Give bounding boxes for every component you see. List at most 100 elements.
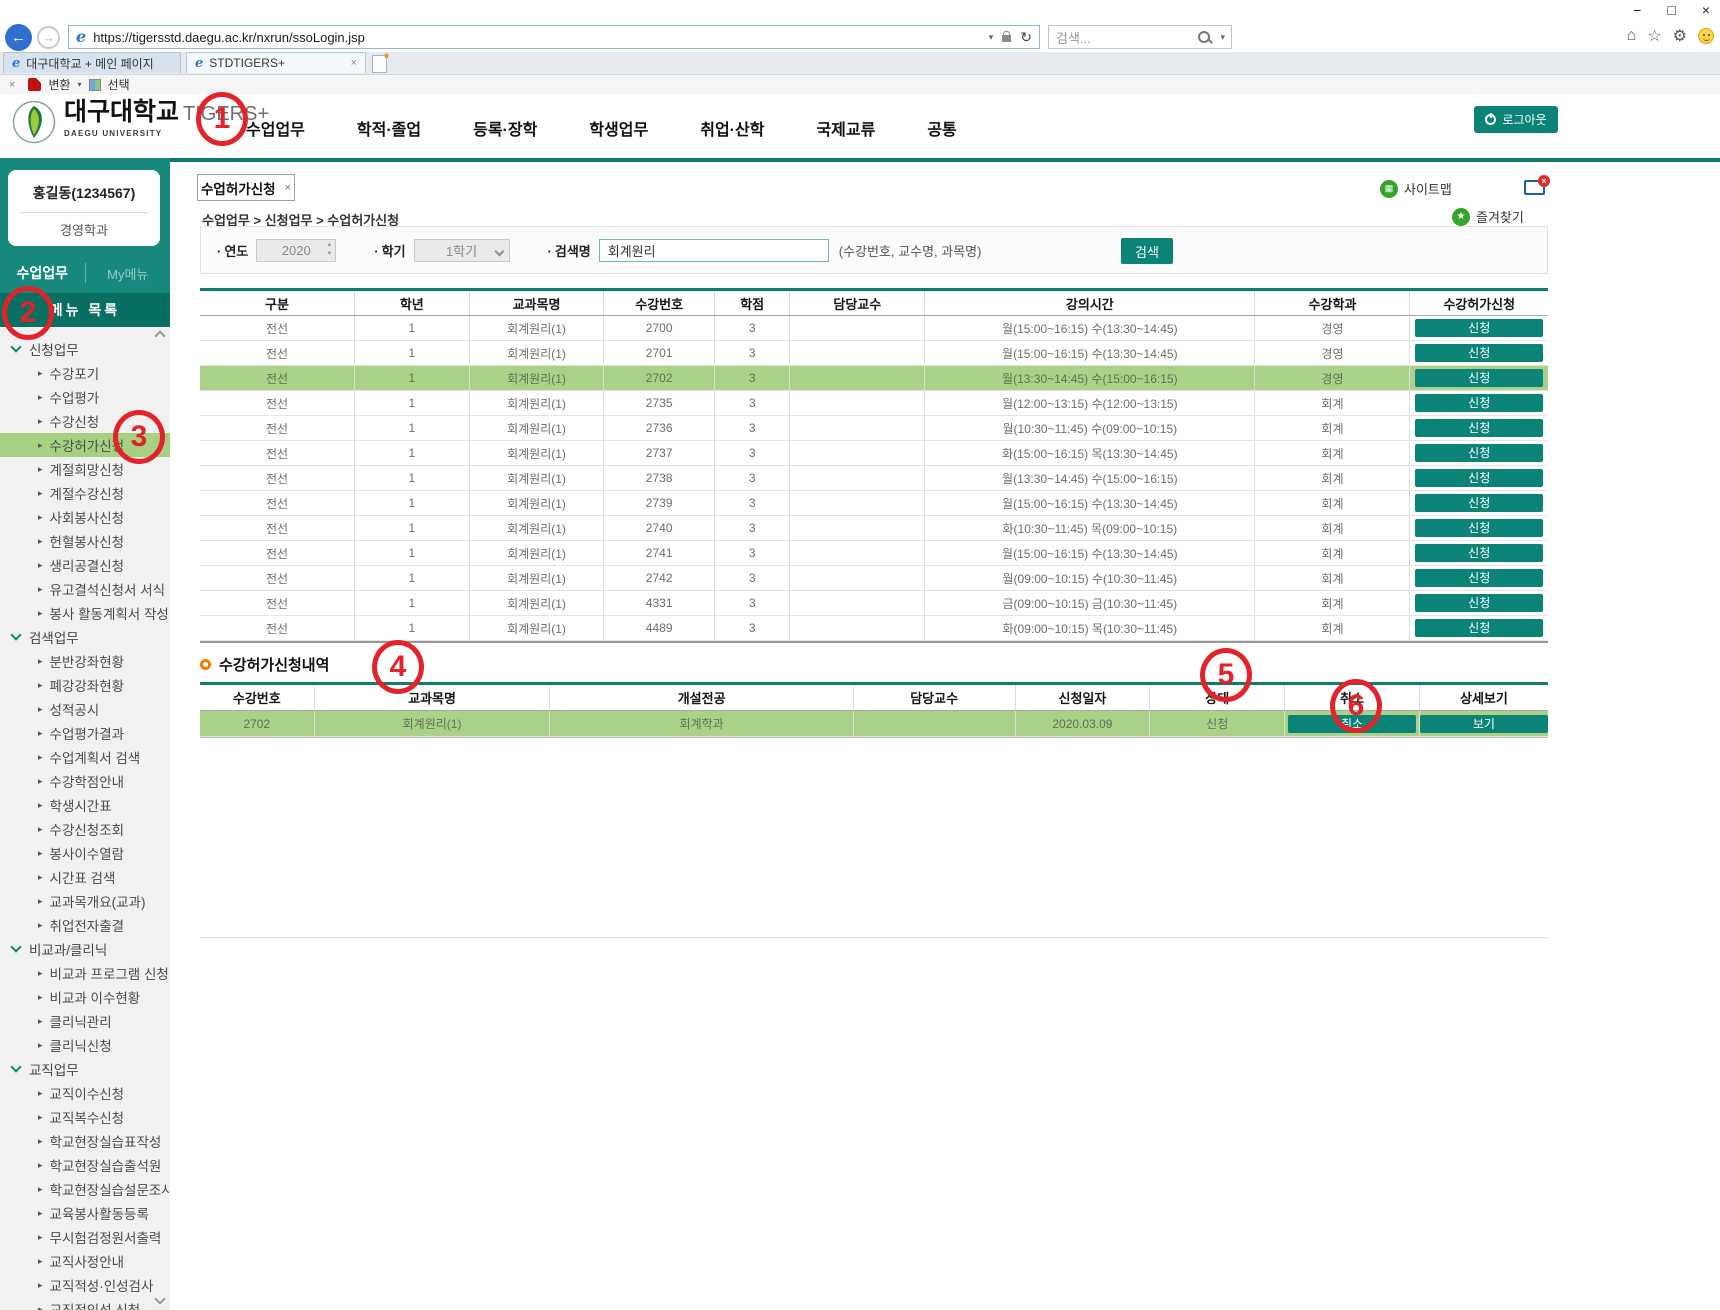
menu-group[interactable]: 신청업무 (0, 337, 170, 361)
menu-item[interactable]: ▸학교현장실습표작성 (0, 1129, 170, 1153)
sitemap-button[interactable]: ▦ 사이트맵 (1380, 179, 1452, 198)
menu-item[interactable]: ▸수업계획서 검색 (0, 745, 170, 769)
menu-item[interactable]: ▸수강신청 (0, 409, 170, 433)
table-row[interactable]: 전선1회계원리(1)27383월(13:30~14:45) 수(15:00~16… (200, 466, 1548, 491)
nav-item[interactable]: 수업업무 (246, 116, 305, 140)
table-row[interactable]: 전선1회계원리(1)44893화(09:00~10:15) 목(10:30~11… (200, 616, 1548, 641)
menu-group[interactable]: 교직업무 (0, 1057, 170, 1081)
tab-close-icon[interactable]: × (351, 57, 357, 69)
browser-search-box[interactable]: 검색... ▾ (1048, 25, 1232, 49)
table-row[interactable]: 전선1회계원리(1)27353월(12:00~13:15) 수(12:00~13… (200, 391, 1548, 416)
home-icon[interactable]: ⌂ (1627, 27, 1637, 45)
year-spinner[interactable]: 2020 ▲ ▼ (256, 239, 336, 262)
maximize-button[interactable]: □ (1667, 2, 1675, 18)
menu-item[interactable]: ▸수강허가신청 (0, 433, 170, 457)
nav-item[interactable]: 취업·산학 (700, 116, 764, 140)
close-all-tabs-icon[interactable]: × (1524, 180, 1545, 195)
menu-item[interactable]: ▸비교과 프로그램 신청 (0, 961, 170, 985)
menu-item[interactable]: ▸수업평가 (0, 385, 170, 409)
menu-item[interactable]: ▸학교현장실습출석원 (0, 1153, 170, 1177)
menu-item[interactable]: ▸계절희망신청 (0, 457, 170, 481)
nav-item[interactable]: 국제교류 (816, 116, 875, 140)
url-bar[interactable]: e https://tigersstd.daegu.ac.kr/nxrun/ss… (68, 25, 1040, 49)
menu-item[interactable]: ▸클리닉신청 (0, 1033, 170, 1057)
menu-item[interactable]: ▸봉사 활동계획서 작성 (0, 601, 170, 625)
table-row[interactable]: 전선1회계원리(1)43313금(09:00~10:15) 금(10:30~11… (200, 591, 1548, 616)
menu-item[interactable]: ▸성적공시 (0, 697, 170, 721)
menu-item[interactable]: ▸교직사정안내 (0, 1249, 170, 1273)
term-select[interactable]: 1학기 (414, 239, 510, 262)
menu-item[interactable]: ▸수업평가결과 (0, 721, 170, 745)
menu-item[interactable]: ▸시간표 검색 (0, 865, 170, 889)
smiley-addon-icon[interactable] (1698, 28, 1714, 44)
new-tab-button[interactable] (372, 55, 387, 73)
sidebar-tab-mymenu[interactable]: My메뉴 (86, 264, 171, 283)
convert-button[interactable]: 변환 (48, 76, 70, 93)
spinner-up-icon[interactable]: ▲ (326, 241, 332, 250)
menu-item[interactable]: ▸교직적인성 신청 (0, 1297, 170, 1310)
apply-button[interactable]: 신청 (1415, 519, 1543, 537)
browser-tab-main[interactable]: e 대구대학교 + 메인 페이지 (3, 52, 181, 73)
menu-item[interactable]: ▸수강학점안내 (0, 769, 170, 793)
table-row[interactable]: 전선1회계원리(1)27013월(15:00~16:15) 수(13:30~14… (200, 341, 1548, 366)
apply-button[interactable]: 신청 (1415, 569, 1543, 587)
apply-button[interactable]: 신청 (1415, 319, 1543, 337)
close-button[interactable]: × (1702, 2, 1710, 18)
menu-item[interactable]: ▸사회봉사신청 (0, 505, 170, 529)
minimize-button[interactable]: − (1633, 2, 1641, 18)
spinner-down-icon[interactable]: ▼ (326, 250, 332, 259)
apply-button[interactable]: 신청 (1415, 469, 1543, 487)
nav-item[interactable]: 등록·장학 (473, 116, 537, 140)
cancel-button[interactable]: 취소 (1288, 715, 1416, 733)
menu-item[interactable]: ▸봉사이수열람 (0, 841, 170, 865)
refresh-icon[interactable]: ↻ (1020, 29, 1032, 46)
table-row[interactable]: 전선1회계원리(1)27023월(13:30~14:45) 수(15:00~16… (200, 366, 1548, 391)
url-text[interactable]: https://tigersstd.daegu.ac.kr/nxrun/ssoL… (93, 30, 365, 45)
table-row[interactable]: 2702회계원리(1)회계학과2020.03.09신청취소보기 (200, 711, 1548, 737)
nav-item[interactable]: 공통 (927, 116, 956, 140)
menu-item[interactable]: ▸수강신청조회 (0, 817, 170, 841)
course-search-input[interactable]: 회계원리 (599, 239, 829, 262)
apply-button[interactable]: 신청 (1415, 544, 1543, 562)
nav-item[interactable]: 학적·졸업 (357, 116, 421, 140)
table-row[interactable]: 전선1회계원리(1)27393월(15:00~16:15) 수(13:30~14… (200, 491, 1548, 516)
menu-item[interactable]: ▸무시험검정원서출력 (0, 1225, 170, 1249)
menu-item[interactable]: ▸학생시간표 (0, 793, 170, 817)
menu-item[interactable]: ▸교직적성·인성검사 (0, 1273, 170, 1297)
apply-button[interactable]: 신청 (1415, 369, 1543, 387)
favorite-button[interactable]: ★ 즐겨찾기 (1452, 207, 1524, 226)
menu-item[interactable]: ▸교육봉사활동등록 (0, 1201, 170, 1225)
browser-tab-stdtigers[interactable]: e STDTIGERS+ × (186, 52, 366, 73)
menu-item[interactable]: ▸클리닉관리 (0, 1009, 170, 1033)
logout-button[interactable]: 로그아웃 (1474, 106, 1558, 133)
menu-item[interactable]: ▸교직이수신청 (0, 1081, 170, 1105)
menu-item[interactable]: ▸생리공결신청 (0, 553, 170, 577)
settings-gear-icon[interactable]: ⚙ (1673, 26, 1687, 46)
menu-item[interactable]: ▸계절수강신청 (0, 481, 170, 505)
table-row[interactable]: 전선1회계원리(1)27413월(15:00~16:15) 수(13:30~14… (200, 541, 1548, 566)
apply-button[interactable]: 신청 (1415, 594, 1543, 612)
chevron-down-icon[interactable]: ▾ (78, 80, 82, 89)
view-button[interactable]: 보기 (1420, 715, 1548, 733)
menu-item[interactable]: ▸취업전자출결 (0, 913, 170, 937)
table-row[interactable]: 전선1회계원리(1)27003월(15:00~16:15) 수(13:30~14… (200, 316, 1548, 341)
menu-item[interactable]: ▸헌혈봉사신청 (0, 529, 170, 553)
search-icon[interactable] (1198, 31, 1210, 43)
menu-item[interactable]: ▸비교과 이수현황 (0, 985, 170, 1009)
table-row[interactable]: 전선1회계원리(1)27403화(10:30~11:45) 목(09:00~10… (200, 516, 1548, 541)
table-row[interactable]: 전선1회계원리(1)27423월(09:00~10:15) 수(10:30~11… (200, 566, 1548, 591)
menu-item[interactable]: ▸수강포기 (0, 361, 170, 385)
apply-button[interactable]: 신청 (1415, 419, 1543, 437)
table-row[interactable]: 전선1회계원리(1)27373화(15:00~16:15) 목(13:30~14… (200, 441, 1548, 466)
search-button[interactable]: 검색 (1121, 238, 1173, 264)
menu-group[interactable]: 비교과/클리닉 (0, 937, 170, 961)
menu-item[interactable]: ▸학교현장실습설문조사 (0, 1177, 170, 1201)
apply-button[interactable]: 신청 (1415, 394, 1543, 412)
search-dropdown-icon[interactable]: ▾ (1220, 32, 1225, 43)
menu-group[interactable]: 검색업무 (0, 625, 170, 649)
favorites-icon[interactable]: ☆ (1647, 26, 1661, 46)
menu-item[interactable]: ▸교과목개요(교과) (0, 889, 170, 913)
page-tab[interactable]: 수업허가신청 × (197, 174, 295, 201)
menu-item[interactable]: ▸폐강강좌현황 (0, 673, 170, 697)
apply-button[interactable]: 신청 (1415, 619, 1543, 637)
